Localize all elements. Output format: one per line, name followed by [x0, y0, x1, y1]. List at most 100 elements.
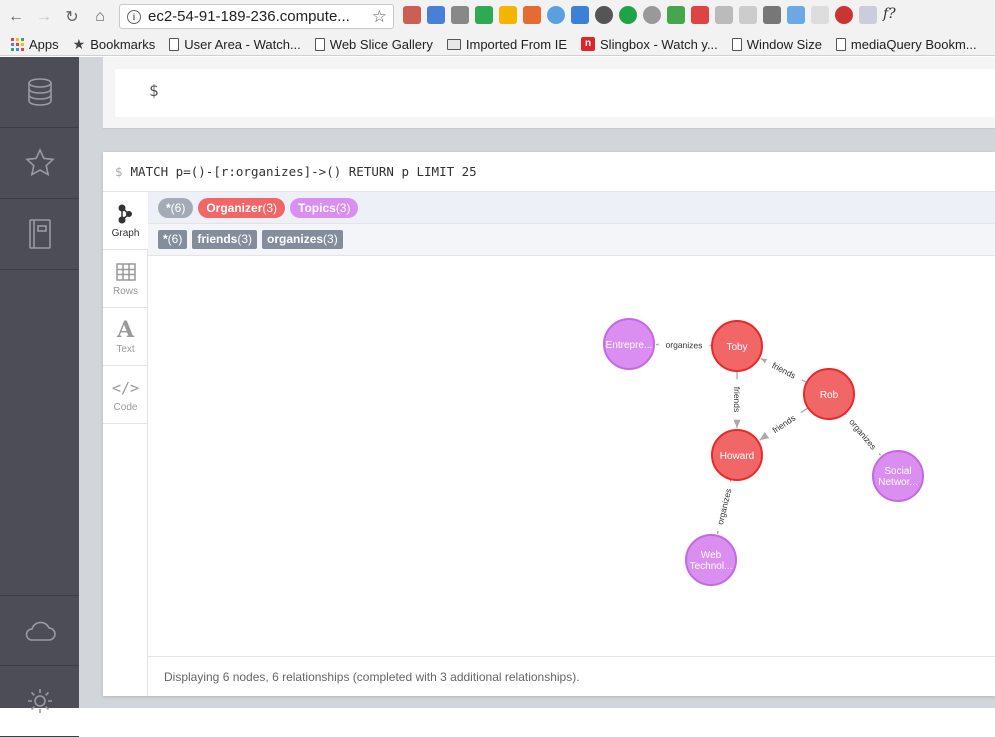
extension-icon[interactable] — [787, 6, 805, 24]
relationship-label: organizes — [665, 340, 702, 351]
address-bar[interactable]: i ec2-54-91-189-236.compute... ☆ — [119, 4, 394, 29]
extension-icon[interactable] — [619, 6, 637, 24]
graph-relationship[interactable]: friends — [732, 371, 743, 428]
extension-icon[interactable] — [667, 6, 685, 24]
node-label-pill[interactable]: *(6) — [158, 197, 194, 218]
bookmark-star-icon[interactable]: ☆ — [372, 7, 387, 27]
graph-canvas[interactable]: organizes friends friends friends organizes o… — [148, 256, 995, 656]
extension-icon[interactable] — [715, 6, 733, 24]
graph-icon — [116, 202, 136, 226]
graph-node[interactable]: Rob — [803, 368, 855, 420]
node-label-name: Organizer — [206, 200, 263, 215]
graph-node[interactable]: Web Technol... — [685, 534, 737, 586]
extension-icon[interactable] — [547, 6, 565, 24]
graph-relationship[interactable]: organizes — [842, 410, 884, 457]
back-icon[interactable]: ← — [4, 5, 28, 29]
graph-node[interactable]: Social Networ... — [872, 450, 924, 502]
bookmark-label: Apps — [29, 36, 59, 52]
bookmark-label: Window Size — [746, 36, 822, 52]
bookmark-item[interactable]: Web Slice Gallery — [314, 36, 433, 52]
slingbox-icon: n — [581, 37, 596, 51]
settings-gear-icon[interactable] — [0, 666, 79, 737]
node-label-name: Topics — [298, 200, 336, 215]
tab-rows[interactable]: Rows — [103, 250, 148, 308]
bookmark-item[interactable]: Apps — [11, 37, 59, 52]
query-editor: $ — [103, 57, 995, 129]
favorites-star-icon[interactable] — [0, 128, 79, 199]
star-icon: ★ — [72, 35, 86, 52]
extension-icon[interactable] — [643, 6, 661, 24]
bookmark-item[interactable]: ★ Bookmarks — [73, 36, 156, 53]
relationship-type-pill[interactable]: organizes(3) — [262, 230, 343, 249]
relationship-type-pill[interactable]: *(6) — [158, 230, 188, 249]
bookmark-label: Imported From IE — [465, 36, 568, 52]
rss-icon[interactable] — [811, 6, 829, 24]
node-caption: Rob — [820, 390, 839, 401]
relationship-type-name: organizes — [267, 232, 324, 246]
relationship-label: organizes — [715, 487, 734, 525]
page-icon — [731, 37, 742, 51]
page-icon — [169, 37, 180, 51]
extension-icon[interactable] — [451, 6, 469, 24]
editor-prompt: $ — [149, 81, 159, 100]
extension-icon[interactable] — [571, 6, 589, 24]
browser-toolbar: ← → ↻ ⌂ i ec2-54-91-189-236.compute... ☆… — [0, 0, 995, 33]
book-icon[interactable] — [0, 199, 79, 270]
extension-icons: f? — [403, 6, 901, 24]
graph-svg[interactable]: organizes friends friends friends organizes o… — [148, 256, 995, 656]
info-icon[interactable]: i — [127, 9, 141, 24]
graph-relationship[interactable]: organizes — [712, 479, 736, 534]
relationship-type-name: friends — [197, 232, 238, 246]
graph-node[interactable]: Entrepre... — [603, 318, 655, 370]
graph-node[interactable]: Howard — [711, 429, 763, 481]
app-sidebar — [0, 57, 79, 737]
graph-node[interactable]: Toby — [711, 320, 763, 372]
relationship-type-count: (6) — [167, 232, 183, 246]
pdf-icon[interactable] — [739, 6, 757, 24]
tab-text[interactable]: A Text — [103, 308, 148, 366]
text-icon: A — [116, 317, 135, 343]
graph-relationship[interactable]: organizes — [655, 338, 713, 351]
extension-icon[interactable] — [763, 6, 781, 24]
reload-icon[interactable]: ↻ — [60, 5, 84, 29]
bookmark-item[interactable]: Imported From IE — [446, 36, 568, 52]
frame-prompt: $ — [115, 164, 123, 179]
extension-icon[interactable] — [523, 6, 541, 24]
forward-icon[interactable]: → — [32, 5, 56, 29]
graph-relationship[interactable]: friends — [760, 355, 808, 385]
tab-code[interactable]: </> Code — [103, 366, 148, 424]
extension-icon[interactable] — [691, 6, 709, 24]
node-label-pill[interactable]: Topics(3) — [290, 197, 359, 218]
apps-grid-icon — [11, 37, 24, 51]
bookmark-item[interactable]: Window Size — [731, 36, 822, 52]
extension-icon[interactable] — [475, 6, 493, 24]
home-icon[interactable]: ⌂ — [88, 5, 112, 29]
query-input[interactable]: $ — [115, 69, 995, 117]
extension-icon[interactable] — [427, 6, 445, 24]
status-text: Displaying 6 nodes, 6 relationships (com… — [164, 669, 580, 684]
graph-relationship[interactable]: friends — [759, 407, 809, 441]
drive-icon[interactable] — [499, 6, 517, 24]
bookmark-item[interactable]: User Area - Watch... — [169, 37, 301, 52]
url-text[interactable]: ec2-54-91-189-236.compute... — [148, 8, 362, 25]
formula-icon[interactable]: f? — [883, 6, 901, 24]
frame-header: $ MATCH p=()-[r:organizes]->() RETURN p … — [103, 152, 995, 192]
cloud-icon[interactable] — [0, 595, 79, 666]
bookmark-item[interactable]: mediaQuery Bookm... — [835, 37, 977, 52]
database-icon[interactable] — [0, 57, 79, 128]
gear-icon[interactable] — [595, 6, 613, 24]
node-label-count: (3) — [262, 200, 278, 215]
extension-icon[interactable] — [403, 6, 421, 24]
bookmark-item[interactable]: n Slingbox - Watch y... — [581, 37, 718, 52]
dropbox-icon[interactable] — [859, 6, 877, 24]
tab-rows-label: Rows — [112, 286, 138, 297]
node-label-pill[interactable]: Organizer(3) — [198, 197, 286, 218]
bookmark-label: Web Slice Gallery — [329, 36, 433, 52]
relationship-type-pill[interactable]: friends(3) — [192, 230, 258, 249]
bookmark-label: Slingbox - Watch y... — [600, 36, 718, 52]
frame-query[interactable]: MATCH p=()-[r:organizes]->() RETURN p LI… — [131, 164, 477, 179]
tab-graph[interactable]: Graph — [103, 192, 148, 250]
table-icon — [115, 260, 136, 284]
relationship-label: friends — [770, 360, 797, 381]
extension-icon[interactable] — [835, 6, 853, 24]
